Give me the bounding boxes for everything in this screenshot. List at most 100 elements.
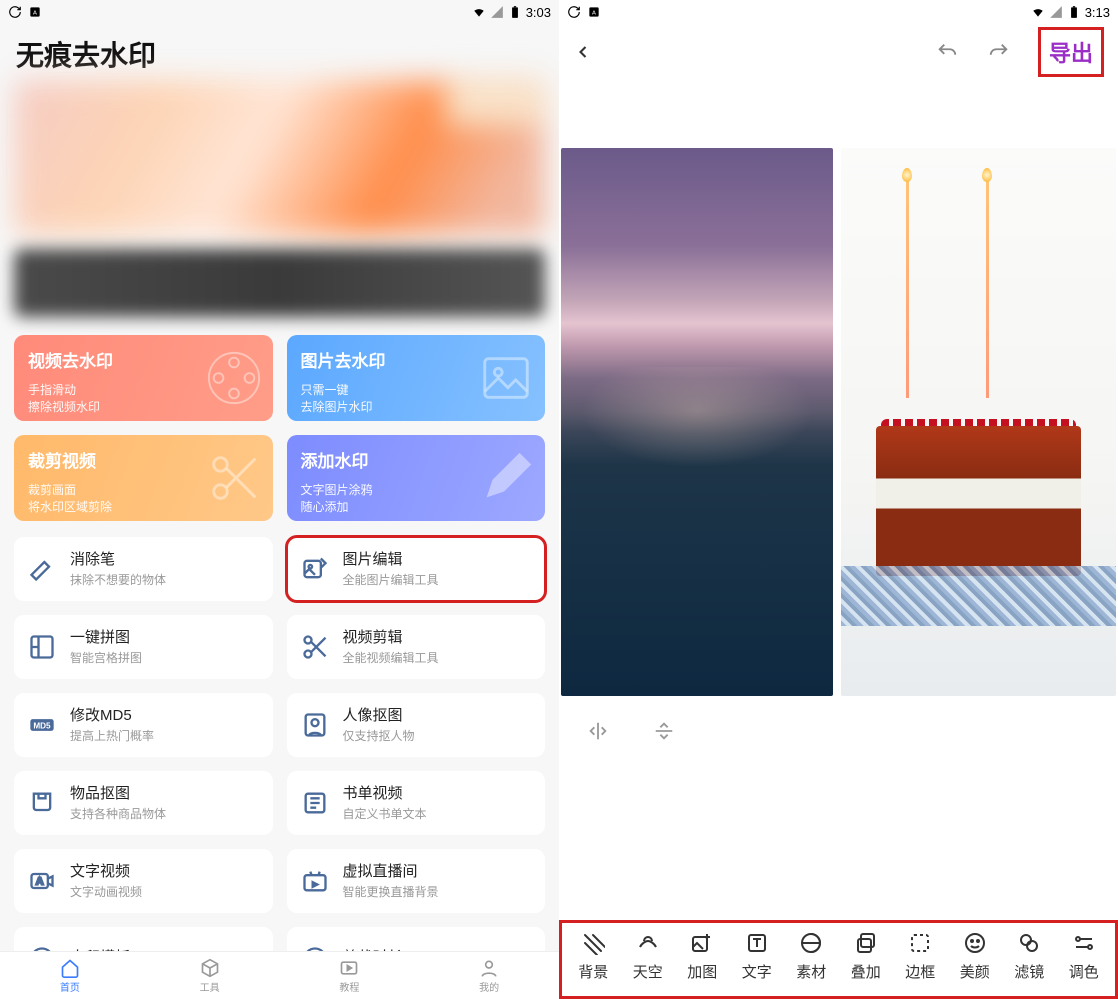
svg-text:A: A bbox=[592, 10, 596, 16]
feature-card[interactable]: 图片编辑 全能图片编辑工具 bbox=[287, 537, 546, 601]
crop-video-card[interactable]: 裁剪视频 裁剪画面将水印区域剪除 bbox=[14, 435, 273, 521]
feature-sub: 自定义书单文本 bbox=[343, 805, 427, 822]
tool-icon bbox=[581, 931, 605, 955]
home-icon bbox=[60, 958, 80, 978]
tool-icon bbox=[636, 931, 660, 955]
tool-icon bbox=[1017, 931, 1041, 955]
canvas-image-cake[interactable] bbox=[841, 148, 1116, 696]
flip-horizontal-button[interactable] bbox=[587, 720, 609, 742]
feature-sub: 智能宫格拼图 bbox=[70, 649, 142, 666]
feature-card[interactable]: 消除笔 抹除不想要的物体 bbox=[14, 537, 273, 601]
feature-sub: 提高上热门概率 bbox=[70, 727, 154, 744]
feature-card[interactable]: 书单视频 自定义书单文本 bbox=[287, 771, 546, 835]
play-square-icon bbox=[339, 958, 359, 978]
video-watermark-card[interactable]: 视频去水印 手指滑动擦除视频水印 bbox=[14, 335, 273, 421]
hero-banner[interactable] bbox=[14, 80, 545, 235]
tool-label: 天空 bbox=[633, 961, 663, 982]
tool-item[interactable]: 调色 bbox=[1057, 931, 1112, 982]
svg-text:A: A bbox=[33, 10, 37, 16]
feature-icon bbox=[301, 711, 329, 739]
svg-text:MD5: MD5 bbox=[33, 722, 51, 731]
feature-icon bbox=[28, 555, 56, 583]
tool-item[interactable]: 滤镜 bbox=[1002, 931, 1057, 982]
tool-item[interactable]: 天空 bbox=[621, 931, 676, 982]
feature-title: 物品抠图 bbox=[70, 784, 166, 804]
nav-label: 工具 bbox=[200, 979, 220, 994]
feature-title: 视频剪辑 bbox=[343, 628, 439, 648]
image-editor-screen: A 3:13 导出 背景 天空 加图 bbox=[559, 0, 1118, 999]
status-bar: A 3:13 bbox=[559, 0, 1118, 24]
tool-label: 调色 bbox=[1069, 961, 1099, 982]
feature-sub: 全能视频编辑工具 bbox=[343, 649, 439, 666]
flip-vertical-button[interactable] bbox=[653, 720, 675, 742]
user-icon bbox=[479, 958, 499, 978]
bottom-nav: 首页 工具 教程 我的 bbox=[0, 951, 559, 999]
cube-icon bbox=[200, 958, 220, 978]
tool-item[interactable]: 文字 bbox=[730, 931, 785, 982]
feature-icon bbox=[301, 633, 329, 661]
tool-label: 边框 bbox=[905, 961, 935, 982]
canvas-image-sky[interactable] bbox=[561, 148, 833, 696]
status-bar: A 3:03 bbox=[0, 0, 559, 24]
signal-icon bbox=[490, 5, 504, 19]
feature-icon: MD5 bbox=[28, 711, 56, 739]
editor-header: 导出 bbox=[559, 24, 1118, 80]
tool-item[interactable]: 边框 bbox=[893, 931, 948, 982]
battery-icon bbox=[1067, 5, 1081, 19]
status-time: 3:13 bbox=[1085, 5, 1110, 20]
feature-card[interactable]: 人像抠图 仅支持抠人物 bbox=[287, 693, 546, 757]
feature-icon bbox=[28, 633, 56, 661]
film-reel-icon bbox=[205, 349, 263, 407]
tool-item[interactable]: 背景 bbox=[566, 931, 621, 982]
back-button[interactable] bbox=[573, 42, 593, 62]
svg-text:A: A bbox=[36, 876, 44, 888]
feature-card[interactable]: MD5 修改MD5 提高上热门概率 bbox=[14, 693, 273, 757]
feature-sub: 仅支持抠人物 bbox=[343, 727, 415, 744]
nav-profile[interactable]: 我的 bbox=[419, 952, 559, 999]
canvas-area[interactable] bbox=[559, 80, 1118, 696]
feature-card[interactable]: 视频剪辑 全能视频编辑工具 bbox=[287, 615, 546, 679]
feature-title: 修改MD5 bbox=[70, 706, 154, 726]
feature-card[interactable]: A 文字视频 文字动画视频 bbox=[14, 849, 273, 913]
nav-label: 我的 bbox=[479, 979, 499, 994]
canvas-controls bbox=[559, 696, 1118, 766]
feature-title: 书单视频 bbox=[343, 784, 427, 804]
tool-item[interactable]: 加图 bbox=[675, 931, 730, 982]
nav-tools[interactable]: 工具 bbox=[140, 952, 280, 999]
export-button[interactable]: 导出 bbox=[1038, 27, 1104, 77]
tool-label: 滤镜 bbox=[1014, 961, 1044, 982]
tool-label: 文字 bbox=[742, 961, 772, 982]
tool-label: 素材 bbox=[796, 961, 826, 982]
promo-strip[interactable] bbox=[14, 249, 545, 317]
tool-strip: 背景 天空 加图 文字 素材 叠加 边框 美颜 滤镜 调色 bbox=[559, 920, 1118, 999]
tool-item[interactable]: 叠加 bbox=[839, 931, 894, 982]
image-watermark-card[interactable]: 图片去水印 只需一键去除图片水印 bbox=[287, 335, 546, 421]
feature-title: 虚拟直播间 bbox=[343, 862, 439, 882]
feature-card[interactable]: 一键拼图 智能宫格拼图 bbox=[14, 615, 273, 679]
feature-title: 一键拼图 bbox=[70, 628, 142, 648]
battery-icon bbox=[508, 5, 522, 19]
app-badge-icon: A bbox=[587, 5, 601, 19]
feature-card[interactable]: 虚拟直播间 智能更换直播背景 bbox=[287, 849, 546, 913]
feature-icon bbox=[301, 555, 329, 583]
feature-sub: 支持各种商品物体 bbox=[70, 805, 166, 822]
tool-item[interactable]: 美颜 bbox=[948, 931, 1003, 982]
feature-card[interactable]: 物品抠图 支持各种商品物体 bbox=[14, 771, 273, 835]
tool-icon bbox=[908, 931, 932, 955]
feature-icon: A bbox=[28, 867, 56, 895]
wifi-icon bbox=[472, 5, 486, 19]
tool-item[interactable]: 素材 bbox=[784, 931, 839, 982]
tool-label: 背景 bbox=[578, 961, 608, 982]
feature-title: 文字视频 bbox=[70, 862, 142, 882]
add-watermark-card[interactable]: 添加水印 文字图片涂鸦随心添加 bbox=[287, 435, 546, 521]
picture-icon bbox=[477, 349, 535, 407]
wifi-icon bbox=[1031, 5, 1045, 19]
sync-icon bbox=[567, 5, 581, 19]
tool-icon bbox=[690, 931, 714, 955]
undo-button[interactable] bbox=[936, 41, 958, 63]
nav-tutorial[interactable]: 教程 bbox=[280, 952, 420, 999]
redo-button[interactable] bbox=[988, 41, 1010, 63]
tool-icon bbox=[1072, 931, 1096, 955]
nav-home[interactable]: 首页 bbox=[0, 952, 140, 999]
feature-icon bbox=[28, 789, 56, 817]
